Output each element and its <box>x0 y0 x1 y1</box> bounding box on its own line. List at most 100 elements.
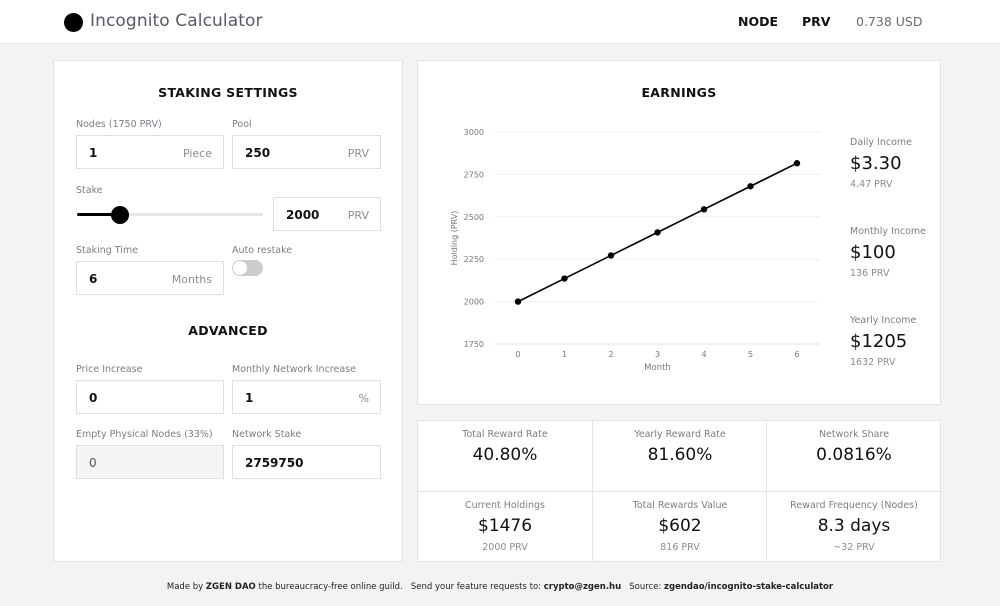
yearly-income-label: Yearly Income <box>850 315 917 326</box>
stat-label: Current Holdings <box>465 500 545 511</box>
stake-value: 2000 <box>286 208 320 222</box>
nodes-value: 1 <box>89 146 98 160</box>
footer-tagline: the bureaucracy-free online guild. <box>258 582 403 592</box>
stat-label: Network Share <box>818 429 890 440</box>
x-tick-label: 3 <box>655 350 660 359</box>
stat-value: $602 <box>658 516 702 536</box>
staking-time-value: 6 <box>89 272 98 286</box>
nodes-input[interactable]: 1 Piece <box>76 135 224 169</box>
pool-unit: PRV <box>347 147 369 160</box>
pool-value: 250 <box>245 146 271 160</box>
nav-node-link[interactable]: NODE <box>738 14 778 29</box>
data-point <box>747 183 754 190</box>
data-point <box>654 229 661 236</box>
monthly-network-increase-value: 1 <box>245 391 254 405</box>
staking-time-input[interactable]: 6 Months <box>76 261 224 295</box>
chart-y-axis-label: Holding (PRV) <box>450 211 459 266</box>
x-tick-label: 0 <box>515 350 520 359</box>
daily-income: Daily Income $3.30 4.47 PRV <box>850 137 912 190</box>
pool-input[interactable]: 250 PRV <box>232 135 381 169</box>
stake-slider-thumb[interactable] <box>110 206 129 224</box>
earnings-panel: EARNINGS 1750 2000 2250 2500 2750 3000 012345… <box>417 60 941 405</box>
y-tick-label: 2250 <box>464 255 484 264</box>
staking-settings-panel: STAKING SETTINGS Nodes (1750 PRV) 1 Piec… <box>53 60 403 562</box>
monthly-network-increase-label: Monthly Network Increase <box>232 364 356 375</box>
chart-x-axis-label: Month <box>644 363 671 373</box>
x-tick-label: 1 <box>562 350 567 359</box>
price-increase-label: Price Increase <box>76 364 143 375</box>
footer-org-link[interactable]: ZGEN DAO <box>206 582 256 592</box>
stat-sub: ~32 PRV <box>833 542 875 553</box>
stat-label: Total Reward Rate <box>462 429 548 440</box>
y-tick-label: 2000 <box>464 298 484 307</box>
nav-prv-link[interactable]: PRV <box>802 14 830 29</box>
y-tick-label: 3000 <box>464 128 484 137</box>
stat-sub: 2000 PRV <box>482 542 528 553</box>
stat-total-rewards-value: Total Rewards Value $602 816 PRV <box>593 492 767 563</box>
y-tick-label: 2500 <box>464 213 484 222</box>
x-tick-label: 2 <box>608 350 613 359</box>
monthly-network-increase-input[interactable]: 1 % <box>232 380 381 414</box>
staking-time-label: Staking Time <box>76 245 139 256</box>
toggle-knob <box>233 261 247 275</box>
stat-current-holdings: Current Holdings $1476 2000 PRV <box>418 492 592 563</box>
stat-value: 0.0816% <box>816 445 892 465</box>
stats-panel: Total Reward Rate 40.80% Yearly Reward R… <box>417 420 941 562</box>
footer-requests: Send your feature requests to: <box>410 582 542 592</box>
empty-physical-nodes-value: 0 <box>89 456 97 470</box>
data-point <box>561 275 568 282</box>
y-tick-label: 1750 <box>464 340 484 349</box>
data-point <box>607 252 615 259</box>
footer-email-link[interactable]: crypto@zgen.hu <box>544 582 621 592</box>
auto-restake-toggle[interactable] <box>232 260 263 276</box>
prv-price: 0.738 USD <box>856 14 923 29</box>
staking-settings-title: STAKING SETTINGS <box>158 85 298 100</box>
empty-physical-nodes-input: 0 <box>76 445 224 479</box>
stake-unit: PRV <box>347 209 369 222</box>
empty-physical-nodes-label: Empty Physical Nodes (33%) <box>76 429 213 440</box>
yearly-income-prv: 1632 PRV <box>850 357 896 368</box>
stat-value: 8.3 days <box>817 516 891 536</box>
stat-value: 81.60% <box>647 445 713 465</box>
stake-input[interactable]: 2000 PRV <box>273 197 381 231</box>
stat-yearly-reward-rate: Yearly Reward Rate 81.60% <box>593 421 767 492</box>
footer-source-link[interactable]: zgendao/incognito-stake-calculator <box>664 582 833 592</box>
y-tick-label: 2750 <box>464 170 484 179</box>
network-stake-label: Network Stake <box>232 429 302 440</box>
stat-label: Yearly Reward Rate <box>634 429 726 440</box>
advanced-title: ADVANCED <box>188 323 268 338</box>
auto-restake-label: Auto restake <box>232 245 293 256</box>
stat-label: Reward Frequency (Nodes) <box>790 500 918 511</box>
x-tick-label: 4 <box>701 350 706 359</box>
staking-time-unit: Months <box>171 273 212 286</box>
monthly-income-prv: 136 PRV <box>850 268 890 279</box>
network-stake-input[interactable]: 2759750 <box>232 445 381 479</box>
daily-income-prv: 4.47 PRV <box>850 179 893 190</box>
pool-label: Pool <box>232 119 252 130</box>
x-tick-label: 5 <box>748 350 753 359</box>
monthly-income-label: Monthly Income <box>850 226 927 237</box>
network-stake-value: 2759750 <box>245 456 304 470</box>
app-title[interactable]: Incognito Calculator <box>90 11 263 31</box>
data-point <box>514 298 522 305</box>
footer-made-by: Made by <box>166 582 204 592</box>
footer: Made by ZGEN DAO the bureaucracy-free on… <box>0 582 1000 592</box>
stat-value: 40.80% <box>472 445 538 465</box>
footer-source-label: Source: <box>629 582 662 592</box>
yearly-income: Yearly Income $1205 1632 PRV <box>850 315 916 368</box>
stake-label: Stake <box>76 185 103 196</box>
stat-total-reward-rate: Total Reward Rate 40.80% <box>418 421 592 492</box>
price-increase-input[interactable]: 0 <box>76 380 224 414</box>
monthly-network-increase-unit: % <box>358 392 369 405</box>
stat-label: Total Rewards Value <box>632 500 728 511</box>
stat-sub: 816 PRV <box>660 542 700 553</box>
data-point <box>700 206 708 213</box>
monthly-income-usd: $100 <box>850 242 896 263</box>
stat-network-share: Network Share 0.0816% <box>767 421 941 492</box>
daily-income-label: Daily Income <box>850 137 913 148</box>
price-increase-value: 0 <box>89 391 98 405</box>
daily-income-usd: $3.30 <box>850 153 902 174</box>
stake-slider[interactable] <box>77 206 263 224</box>
x-tick-label: 6 <box>794 350 799 359</box>
stat-value: $1476 <box>477 516 533 536</box>
